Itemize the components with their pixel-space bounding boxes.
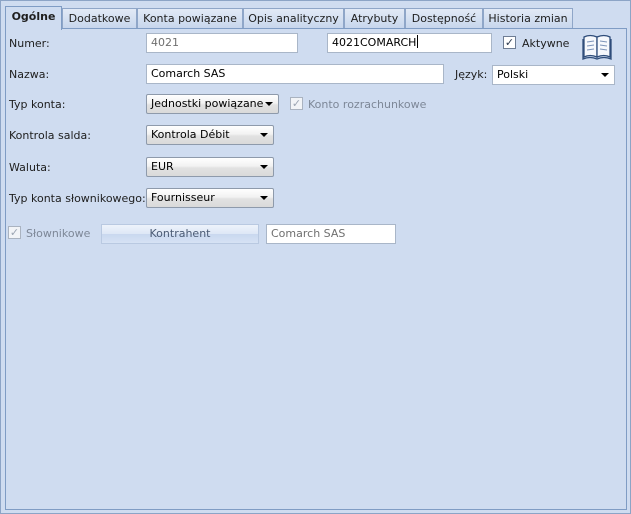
kontrahent-button[interactable]: Kontrahent [101,224,259,244]
typ-konta-label: Typ konta: [9,98,66,111]
nazwa-label: Nazwa: [9,68,50,81]
book-icon[interactable] [582,32,612,60]
typ-slownikowego-label: Typ konta słownikowego: [9,192,146,205]
tab-strip: Ogólne Dodatkowe Konta powiązane Opis an… [5,6,627,30]
chevron-down-icon [265,102,273,106]
tab-historia-zmian[interactable]: Historia zmian [483,8,573,29]
konto-rozrachunkowe-label: Konto rozrachunkowe [308,98,427,111]
waluta-select[interactable]: EUR [146,157,274,177]
chevron-down-icon [260,165,268,169]
text-caret [417,35,419,48]
waluta-value: EUR [151,160,174,173]
typ-konta-select[interactable]: Jednostki powiązane [146,94,279,114]
tab-opis-analityczny[interactable]: Opis analityczny [243,8,344,29]
slownikowe-label: Słownikowe [26,227,91,240]
tab-dodatkowe[interactable]: Dodatkowe [62,8,137,29]
tab-konta-powiazane[interactable]: Konta powiązane [137,8,243,29]
typ-slownikowego-select[interactable]: Fournisseur [146,188,274,208]
kontrola-salda-label: Kontrola salda: [9,129,91,142]
kontrola-salda-select[interactable]: Kontrola Débit [146,125,274,145]
chevron-down-icon [260,133,268,137]
aktywne-checkbox[interactable]: ✓ [503,36,516,49]
tab-atrybuty[interactable]: Atrybuty [344,8,405,29]
kontrola-salda-value: Kontrola Débit [151,128,230,141]
typ-slownikowego-value: Fournisseur [151,191,215,204]
chevron-down-icon [601,73,609,77]
nazwa-input[interactable]: Comarch SAS [146,64,444,84]
konto-rozrachunkowe-checkbox[interactable]: ✓ [290,97,303,110]
numer-full-input[interactable]: 4021COMARCH [327,33,492,53]
slownikowe-checkbox[interactable]: ✓ [8,226,21,239]
numer-label: Numer: [9,37,50,50]
jezyk-value: Polski [497,68,529,81]
typ-konta-value: Jednostki powiązane [151,97,264,110]
aktywne-label: Aktywne [522,37,570,50]
jezyk-select[interactable]: Polski [492,65,615,85]
chevron-down-icon [260,196,268,200]
numer-input[interactable]: 4021 [146,33,298,53]
tab-ogolne[interactable]: Ogólne [5,6,62,30]
account-window: Ogólne Dodatkowe Konta powiązane Opis an… [0,0,631,514]
kontrahent-input[interactable]: Comarch SAS [266,224,396,244]
waluta-label: Waluta: [9,161,51,174]
numer-full-text: 4021COMARCH [332,36,417,49]
tab-dostepnosc[interactable]: Dostępność [405,8,483,29]
jezyk-label: Język: [455,68,488,81]
